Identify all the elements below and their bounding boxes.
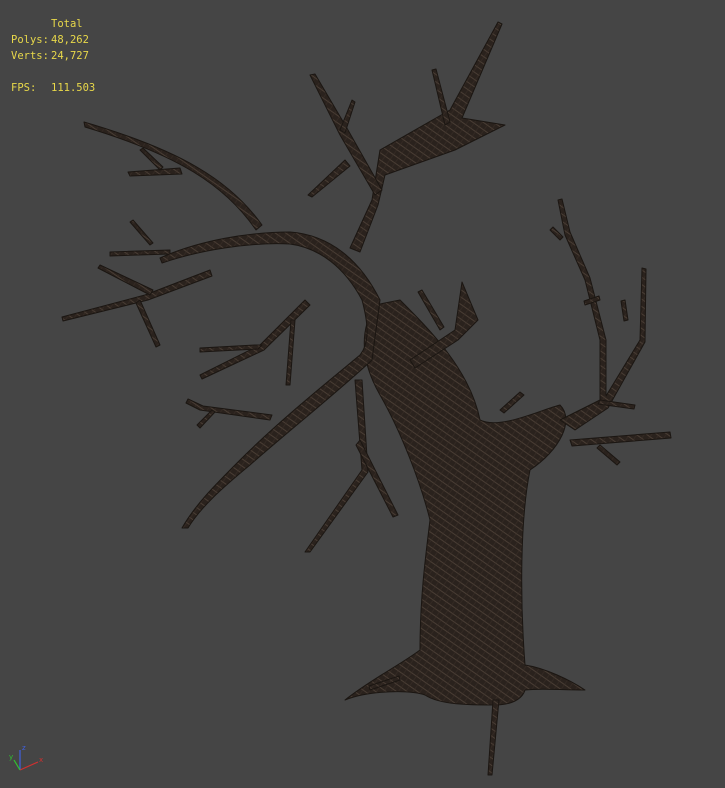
axis-y-label: y xyxy=(9,753,13,761)
axis-z-label: z xyxy=(22,744,26,752)
axis-x-label: x xyxy=(39,756,43,764)
dead-tree-model[interactable] xyxy=(0,0,725,788)
3d-viewport[interactable]: Total Polys: 48,262 Verts: 24,727 FPS: 111.… xyxy=(0,0,725,788)
tree-icon xyxy=(61,21,672,776)
axis-gizmo-icon: z x y xyxy=(9,744,43,771)
